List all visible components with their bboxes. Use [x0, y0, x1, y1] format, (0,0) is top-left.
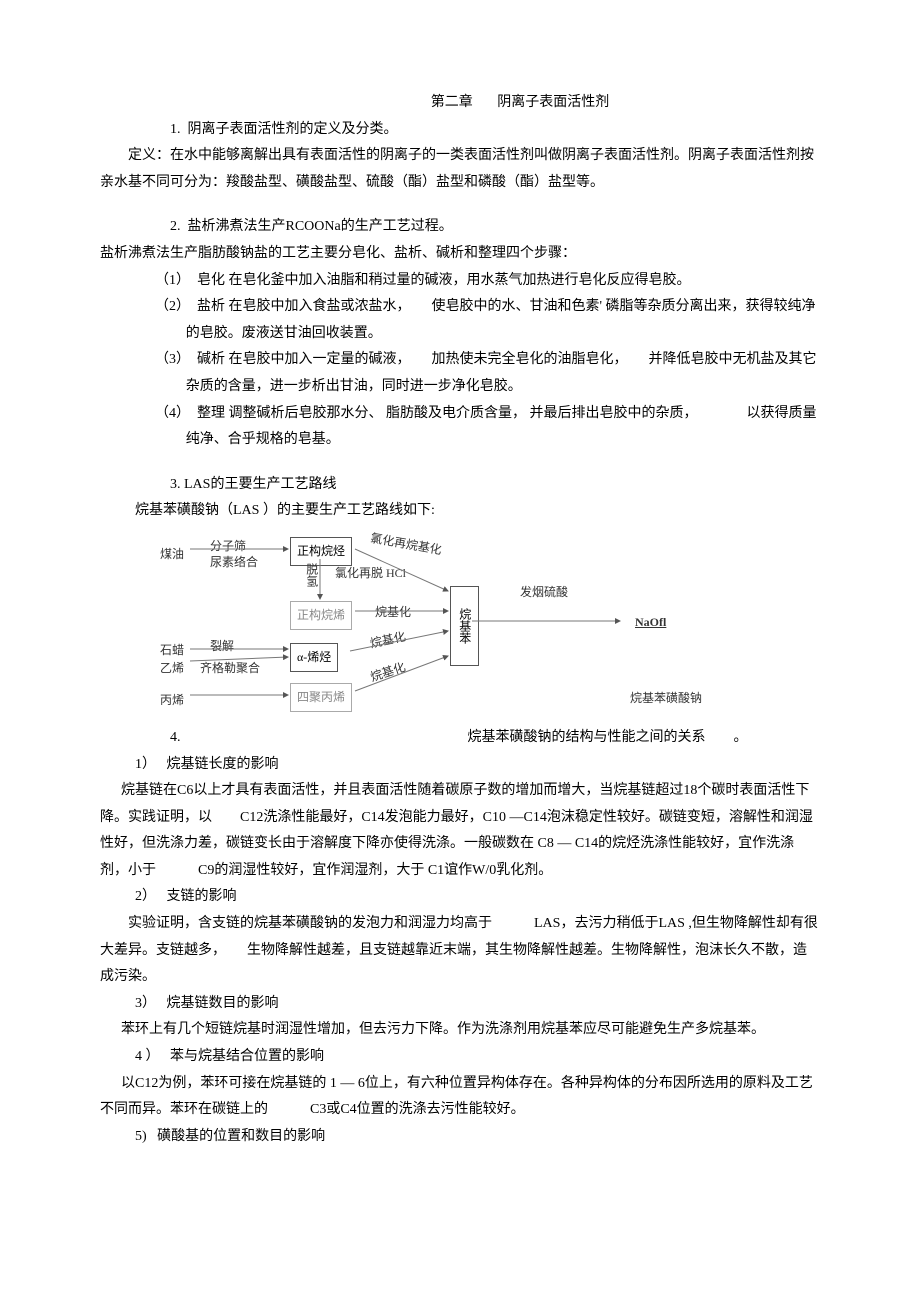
- q3-title: LAS的王要生产工艺路线: [184, 477, 336, 492]
- q3-heading: 3. LAS的王要生产工艺路线: [100, 472, 820, 499]
- q2-heading: 2. 盐析沸煮法生产RCOONa的生产工艺过程。: [100, 214, 820, 241]
- q4-s3-head: 3） 烷基链数目的影响: [100, 991, 820, 1018]
- q2-intro: 盐析沸煮法生产脂肪酸钠盐的工艺主要分皂化、盐析、碱析和整理四个步骤：: [100, 241, 820, 268]
- diagram-lines: [160, 531, 740, 721]
- q2-step1: （1） 皂化 在皂化釜中加入油脂和稍过量的碱液，用水蒸气加热进行皂化反应得皂胶。: [131, 268, 820, 295]
- q4-heading: 4. 烷基苯磺酸钠的结构与性能之间的关系 。: [100, 725, 820, 752]
- process-diagram: 煤油 分子筛 尿素络合 正构烷烃 氯化再烷基化 脱氢 氯化再脱 HCl 正构烷烯…: [160, 531, 820, 721]
- q4-s3-num: 3）: [135, 996, 156, 1011]
- q2-title: 盐析沸煮法生产RCOONa的生产工艺过程。: [188, 219, 453, 234]
- chapter-title-text: 阴离子表面活性剂: [497, 95, 609, 110]
- q4-s3-body: 苯环上有几个短链烷基时润湿性增加，但去污力下降。作为洗涤剂用烷基苯应尽可能避免生…: [100, 1017, 820, 1044]
- q2-num: 2.: [170, 219, 181, 234]
- q1-body: 定义：在水中能够离解出具有表面活性的阴离子的一类表面活性剂叫做阴离子表面活性剂。…: [100, 143, 820, 196]
- q1-heading: 1. 阴离子表面活性剂的定义及分类。: [100, 117, 820, 144]
- q4-s5-num: 5): [135, 1129, 147, 1144]
- q2-step4: （4） 整理 调整碱析后皂胶那水分、 脂肪酸及电介质含量， 并最后排出皂胶中的杂…: [131, 401, 820, 454]
- q4-title: 烷基苯磺酸钠的结构与性能之间的关系 。: [468, 730, 748, 745]
- q4-s2-head: 2） 支链的影响: [100, 884, 820, 911]
- q4-s4-body: 以C12为例，苯环可接在烷基链的 1 — 6位上，有六种位置异构体存在。各种异构…: [100, 1071, 820, 1124]
- q4-s3-title: 烷基链数目的影响: [167, 996, 279, 1011]
- q3-intro: 烷基苯磺酸钠（LAS ）的主要生产工艺路线如下:: [100, 498, 820, 525]
- q3-num: 3.: [170, 477, 181, 492]
- q1-title: 阴离子表面活性剂的定义及分类。: [188, 122, 398, 137]
- chapter-heading: 第二章 阴离子表面活性剂: [220, 90, 820, 117]
- q4-s2-body: 实验证明，含支链的烷基苯磺酸钠的发泡力和润湿力均高于 LAS，去污力稍低于LAS…: [100, 911, 820, 991]
- chapter-label: 第二章: [431, 95, 473, 110]
- q4-s1-body: 烷基链在C6以上才具有表面活性，并且表面活性随着碳原子数的增加而增大，当烷基链超…: [100, 778, 820, 884]
- q2-step2: （2） 盐析 在皂胶中加入食盐或浓盐水， 使皂胶中的水、甘油和色素' 磷脂等杂质…: [131, 294, 820, 347]
- q4-s4-title: 苯与烷基结合位置的影响: [170, 1049, 324, 1064]
- q4-s2-num: 2）: [135, 889, 156, 904]
- q4-s4-num: 4 ）: [135, 1049, 160, 1064]
- q4-s1-head: 1） 烷基链长度的影响: [100, 752, 820, 779]
- q2-step3: （3） 碱析 在皂胶中加入一定量的碱液， 加热使未完全皂化的油脂皂化， 并降低皂…: [131, 347, 820, 400]
- q4-s2-title: 支链的影响: [167, 889, 237, 904]
- q4-s4-head: 4 ） 苯与烷基结合位置的影响: [100, 1044, 820, 1071]
- q1-num: 1.: [170, 122, 181, 137]
- q4-s1-title: 烷基链长度的影响: [167, 757, 279, 772]
- q4-s5-head: 5) 磺酸基的位置和数目的影响: [100, 1124, 820, 1151]
- q4-s1-num: 1）: [135, 757, 156, 772]
- q4-s5-title: 磺酸基的位置和数目的影响: [157, 1129, 325, 1144]
- q4-num: 4.: [170, 730, 181, 745]
